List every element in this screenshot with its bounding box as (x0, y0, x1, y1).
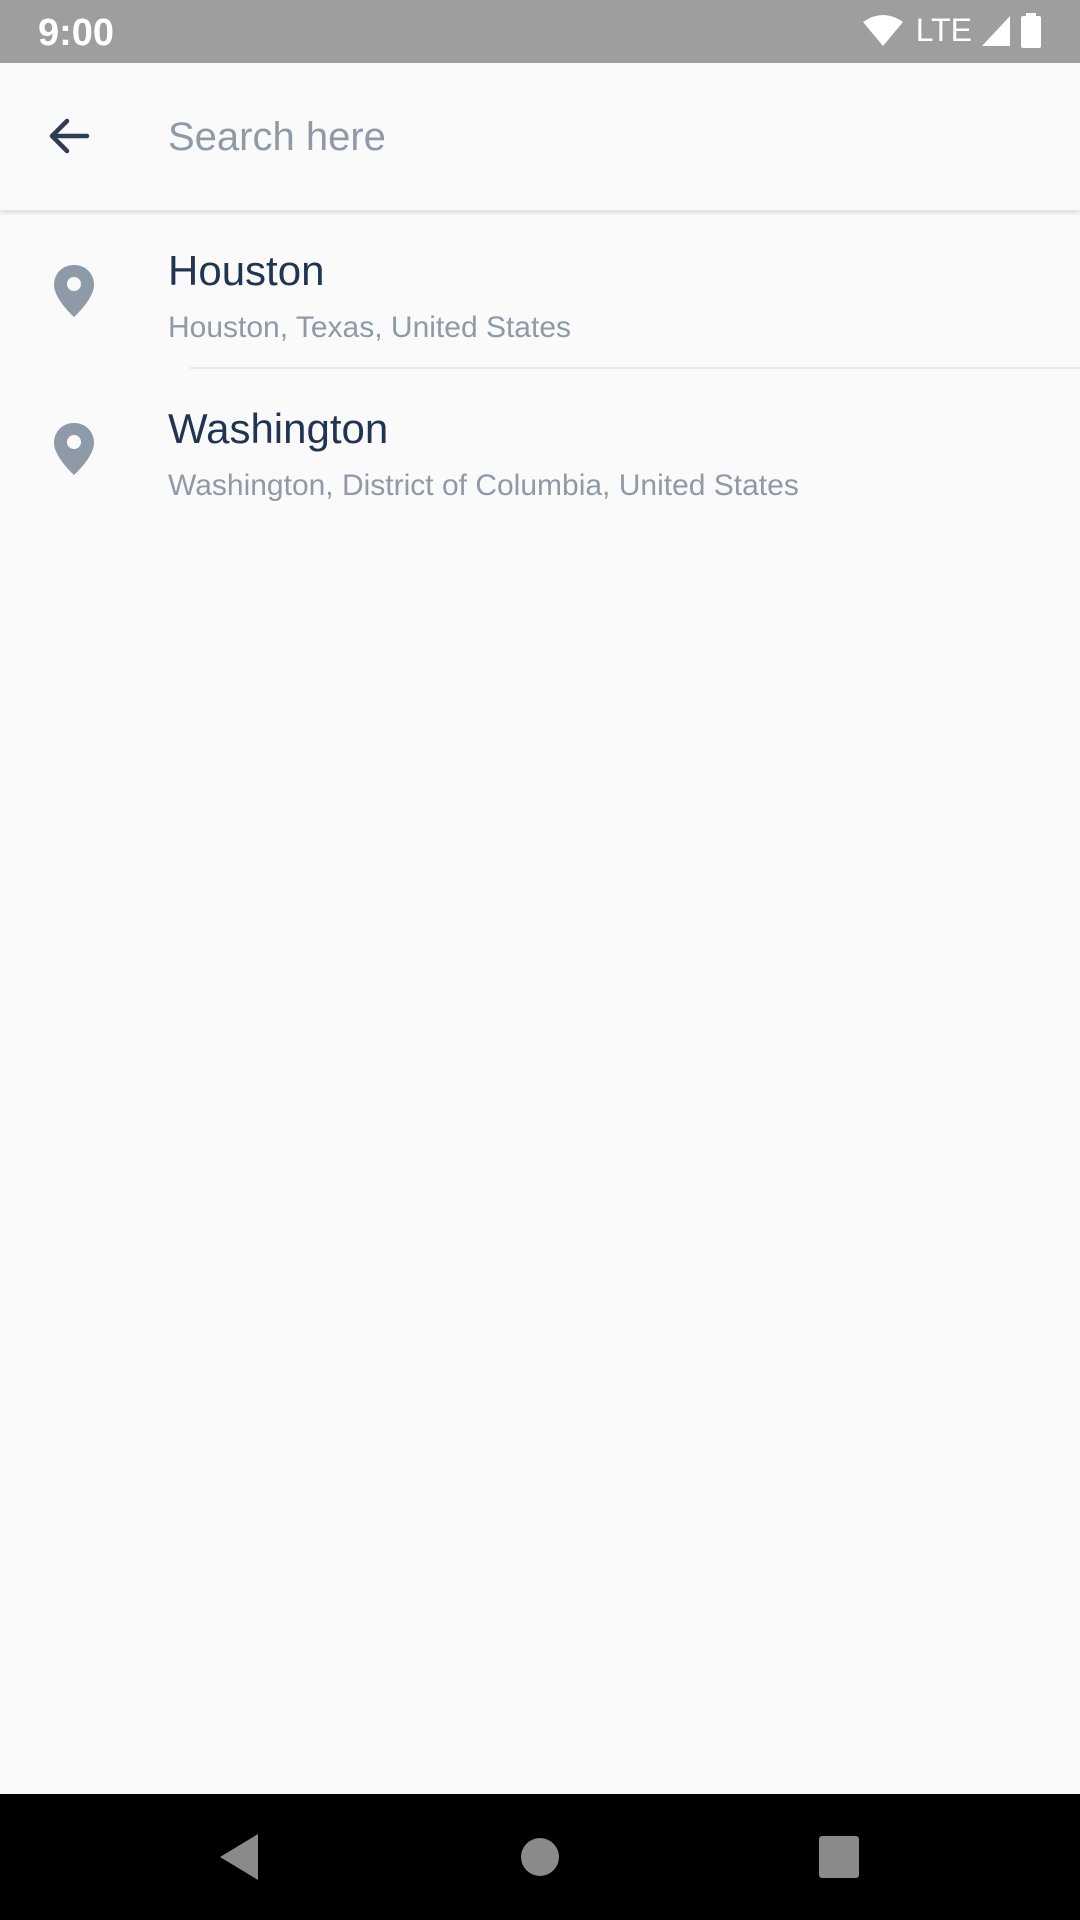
status-icons: LTE (862, 12, 1042, 49)
arrow-back-icon (49, 118, 90, 154)
wifi-icon (862, 14, 903, 46)
nav-home-icon[interactable] (520, 1830, 560, 1884)
result-title: Houston (168, 247, 325, 294)
search-bar (0, 63, 1080, 211)
search-input[interactable] (168, 101, 1048, 173)
result-subtitle: Houston, Texas, United States (168, 311, 572, 344)
result-item-houston[interactable]: Houston Houston, Texas, United States (0, 211, 1080, 369)
nav-recents-icon[interactable] (818, 1830, 860, 1884)
location-pin-icon (54, 423, 94, 475)
navigation-bar (0, 1794, 1080, 1920)
status-bar: 9:00 LTE (0, 0, 1080, 63)
result-title: Washington (168, 405, 389, 452)
search-results-list: Houston Houston, Texas, United States Wa… (0, 211, 1080, 527)
result-item-washington[interactable]: Washington Washington, District of Colum… (0, 369, 1080, 527)
location-pin-icon (54, 265, 94, 317)
signal-icon (982, 15, 1010, 46)
back-button[interactable] (30, 101, 108, 171)
network-type: LTE (915, 12, 972, 48)
status-time: 9:00 (38, 12, 115, 54)
nav-back-icon[interactable] (216, 1830, 264, 1884)
battery-icon (1021, 12, 1041, 48)
result-subtitle: Washington, District of Columbia, United… (168, 469, 799, 502)
